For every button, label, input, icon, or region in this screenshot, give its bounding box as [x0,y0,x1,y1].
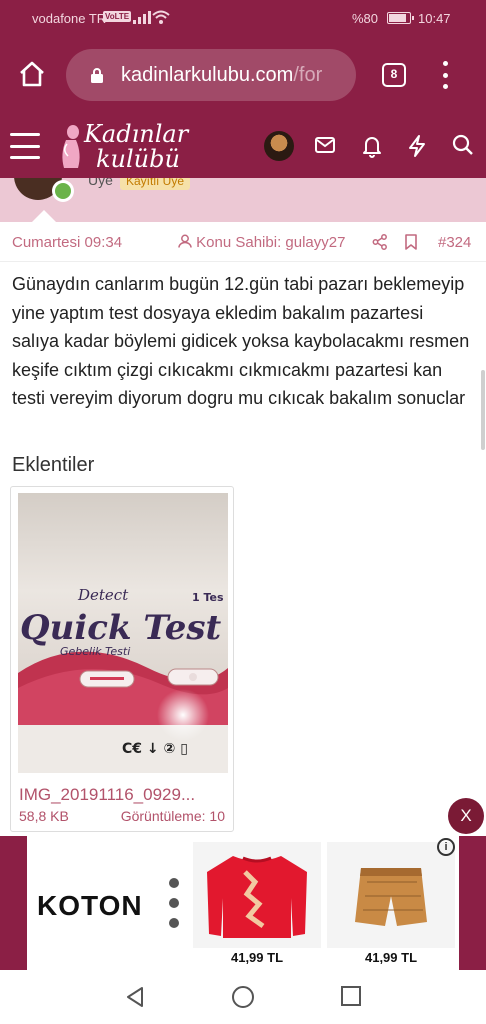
site-header: Kadınlar kulübü [0,118,486,178]
ad-product-price-1: 41,99 TL [230,950,284,965]
post-date-link[interactable]: Cumartesi 09:34 [12,234,122,251]
url-domain: kadinlarkulubu.com [121,64,294,86]
strip-notch [32,210,56,222]
svg-text:C€ ↓ ② ▯: C€ ↓ ② ▯ [122,741,188,757]
post-body: Günaydın canlarım bugün 12.gün tabi paza… [12,274,470,408]
ad-product-shorts[interactable] [327,842,455,948]
scrollbar[interactable] [481,370,485,450]
search-icon[interactable] [452,134,474,156]
thread-owner: Konu Sahibi: gulayy27 [178,234,345,251]
online-status-icon [52,180,74,202]
signal-icon [133,11,151,24]
browser-toolbar: kadinlarkulubu.com/for 8 [0,36,486,118]
logo-text-line2: kulübü [96,145,180,173]
photo-product-text: Quick Test [20,608,222,648]
address-bar[interactable]: kadinlarkulubu.com/for [66,49,356,101]
logo-figure-icon [62,125,80,168]
attachment-card[interactable]: Detect 1 Tes Quick Test Gebelik Testi C€… [10,486,234,832]
system-nav-bar [0,970,486,1024]
battery-icon [387,12,414,24]
mail-icon[interactable] [314,134,336,156]
photo-sub-text: Gebelik Testi [60,645,130,658]
ad-content[interactable]: KOTON 41,99 TL 41,99 TL i [27,836,459,970]
attachment-filename[interactable]: IMG_20191116_0929... [19,785,195,805]
status-bar: vodafone TR VoLTE %80 10:47 [0,0,486,36]
url-text: kadinlarkulubu.com/for [121,64,322,87]
tab-switcher-button[interactable]: 8 [382,63,406,87]
url-path: /for [293,64,323,86]
sweater-image-icon [207,856,307,938]
post-meta-bar: Cumartesi 09:34 Konu Sahibi: gulayy27 #3… [0,222,486,262]
author-role: Üye [88,178,113,188]
share-icon[interactable] [372,234,388,250]
clock: 10:47 [418,11,451,26]
attachment-thumbnail[interactable]: Detect 1 Tes Quick Test Gebelik Testi C€… [18,493,228,773]
ad-close-button[interactable]: X [448,798,484,834]
hamburger-menu-icon[interactable] [10,133,40,159]
attachments-heading: Eklentiler [12,454,95,476]
post-author-strip: Üye Kayıtlı Üye [0,178,486,222]
user-icon [178,234,192,248]
author-badge: Kayıtlı Üye [120,178,191,190]
thread-owner-label: Konu Sahibi: gulayy27 [196,234,346,251]
lightning-icon[interactable] [407,134,427,158]
ad-product-price-2: 41,99 TL [364,950,418,965]
post-number-link[interactable]: #324 [438,234,471,251]
ad-info-icon[interactable]: i [437,838,455,856]
lock-icon [91,68,103,83]
photo-brand-text: Detect [77,586,129,604]
site-logo[interactable]: Kadınlar kulübü [58,118,198,176]
ad-product-sweater[interactable] [193,842,321,948]
attachment-views: Görüntüleme: 10 [120,808,225,824]
battery-percent: %80 [352,11,379,26]
ad-carousel-dots [169,878,179,928]
browser-menu-icon[interactable] [440,61,450,89]
home-icon[interactable] [18,60,46,88]
shorts-image-icon [355,868,427,926]
logo-text-line1: Kadınlar [84,120,189,148]
pregnancy-test-photo: Detect 1 Tes Quick Test Gebelik Testi C€… [18,493,228,773]
volte-badge: VoLTE [103,11,132,22]
home-nav-icon[interactable] [231,985,255,1009]
photo-count-text: 1 Tes [192,591,224,604]
ad-brand-logo[interactable]: KOTON [37,890,143,922]
ad-banner[interactable]: KOTON 41,99 TL 41,99 TL i [0,836,486,970]
user-avatar[interactable] [264,131,294,161]
carrier-name: vodafone TR [32,11,107,26]
bookmark-icon[interactable] [404,234,418,250]
back-icon[interactable] [124,985,146,1009]
wifi-icon [152,10,170,24]
bell-icon[interactable] [361,134,383,158]
recents-icon[interactable] [340,985,362,1007]
attachment-size: 58,8 KB [19,808,69,824]
